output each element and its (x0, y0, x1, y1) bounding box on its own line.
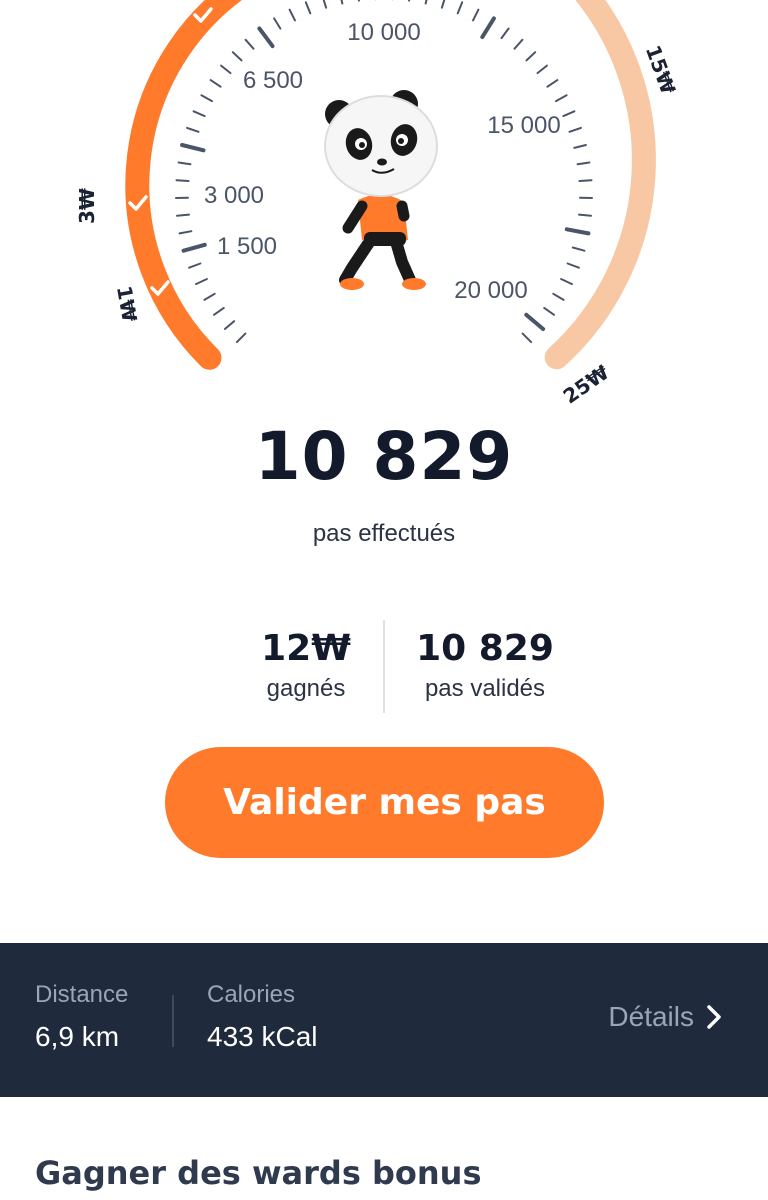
gauge-minor-tick (521, 332, 533, 344)
gauge-minor-tick (500, 27, 510, 40)
bonus-section-title: Gagner des wards bonus (35, 1154, 482, 1192)
gauge-minor-tick (357, 0, 360, 2)
gauge-minor-tick (571, 246, 586, 252)
stats-row: 12₩ gagnés 10 829 pas validés (0, 620, 768, 715)
ward-label-3: 3₩ (75, 188, 99, 224)
activity-summary-bar: Distance 6,9 km Calories 433 kCal Détail… (0, 943, 768, 1097)
gauge-minor-tick (220, 64, 232, 75)
gauge-minor-tick (304, 1, 312, 15)
details-label: Détails (608, 1001, 694, 1032)
gauge-minor-tick (408, 0, 411, 2)
gauge-minor-tick (223, 320, 236, 330)
chevron-right-icon (707, 1005, 721, 1029)
steps-count: 10 829 (254, 418, 514, 495)
gauge-minor-tick (192, 110, 206, 118)
gauge-minor-tick (543, 306, 555, 316)
gauge-minor-tick (178, 230, 193, 235)
gauge-minor-tick (213, 306, 225, 316)
gauge-minor-tick (195, 278, 208, 286)
gauge-minor-tick (555, 94, 568, 103)
gauge-minor-tick (576, 161, 591, 166)
gauge-minor-tick (578, 213, 592, 217)
gauge-major-tick (257, 26, 275, 49)
validated-value: 10 829 (416, 628, 554, 669)
gauge-minor-tick (340, 0, 344, 5)
earned-label: gagnés (266, 675, 346, 702)
gauge-label-6500: 6 500 (243, 67, 303, 94)
distance-item: Distance 6,9 km (35, 981, 128, 1053)
gauge-minor-tick (322, 0, 328, 9)
gauge-minor-tick (176, 213, 190, 217)
details-link[interactable]: Détails (608, 1001, 722, 1033)
panda-walking-icon (324, 90, 438, 290)
earned-value: 12₩ (261, 628, 351, 669)
gauge-minor-tick (573, 144, 587, 149)
gauge-major-tick (564, 227, 591, 236)
calories-label: Calories (207, 981, 296, 1008)
calories-item: Calories 433 kCal (207, 981, 318, 1053)
gauge-minor-tick (440, 0, 446, 9)
ward-label-15: 15₩ (641, 42, 681, 97)
gauge-minor-tick (578, 179, 593, 182)
gauge-minor-tick (244, 38, 255, 50)
gauge-minor-tick (546, 79, 559, 88)
gauge-label-20000: 20 000 (454, 277, 527, 304)
distance-label: Distance (35, 981, 129, 1008)
gauge-minor-tick (177, 161, 192, 166)
gauge-major-tick (480, 16, 496, 40)
gauge-label-15000: 15 000 (487, 112, 560, 139)
earned-stat: 12₩ gagnés (230, 628, 382, 703)
gauge-minor-tick (562, 110, 576, 118)
gauge-minor-tick (525, 51, 537, 62)
gauge-minor-tick (472, 8, 480, 22)
gauge-minor-tick (456, 1, 464, 15)
info-divider (172, 995, 174, 1047)
gauge-minor-tick (568, 126, 582, 133)
gauge-major-tick (181, 242, 207, 253)
gauge-minor-tick (231, 51, 243, 62)
ward-label-1: 1₩ (112, 284, 142, 324)
gauge-major-tick (524, 312, 546, 331)
gauge-label-3000: 3 000 (204, 182, 264, 209)
gauge-minor-tick (560, 278, 573, 286)
gauge-minor-tick (513, 38, 524, 50)
validated-stat: 10 829 pas validés (400, 628, 570, 703)
gauge-minor-tick (566, 262, 580, 269)
distance-value: 6,9 km (35, 1021, 120, 1052)
calories-value: 433 kCal (207, 1021, 318, 1052)
validated-label: pas validés (424, 675, 546, 702)
gauge-minor-tick (288, 8, 296, 22)
gauge-minor-tick (552, 292, 565, 301)
gauge-label-10000: 10 000 (347, 19, 420, 46)
ward-label-25: 25₩ (559, 360, 614, 408)
milestone-dot (606, 81, 620, 95)
gauge-minor-tick (235, 332, 247, 344)
gauge-minor-tick (273, 17, 282, 30)
validate-steps-button[interactable]: Valider mes pas (165, 747, 604, 858)
step-gauge: 1 500 3 000 6 500 10 000 15 000 20 000 1… (0, 0, 768, 420)
gauge-major-tick (180, 143, 206, 153)
gauge-minor-tick (536, 64, 548, 75)
stats-divider (383, 620, 385, 713)
gauge-minor-tick (203, 292, 216, 301)
gauge-minor-tick (424, 0, 428, 5)
gauge-minor-tick (209, 79, 222, 88)
steps-label: pas effectués (312, 520, 456, 547)
gauge-minor-tick (200, 94, 213, 103)
gauge-minor-tick (186, 126, 200, 133)
gauge-label-1500: 1 500 (217, 233, 277, 260)
gauge-minor-tick (175, 179, 190, 182)
gauge-minor-tick (188, 262, 202, 269)
